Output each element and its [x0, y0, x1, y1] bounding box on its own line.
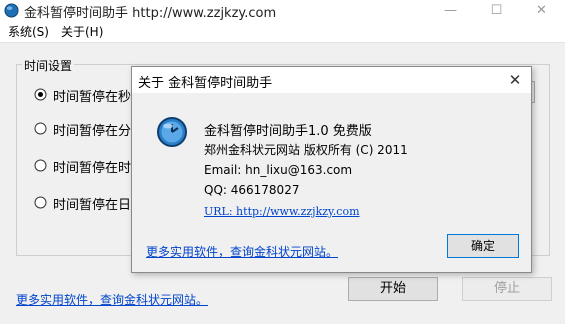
radio-hours-label[interactable]: 时间暂停在时 — [53, 157, 131, 176]
menu-about[interactable]: 关于(H) — [61, 24, 103, 40]
radio-minutes-label[interactable]: 时间暂停在分 — [53, 120, 131, 139]
radio-days[interactable] — [34, 196, 47, 209]
about-title: 关于 金科暂停时间助手 — [138, 76, 273, 91]
about-title-bar[interactable]: 关于 金科暂停时间助手 ✕ — [132, 67, 531, 93]
radio-days-label[interactable]: 时间暂停在日 — [53, 194, 131, 213]
maximize-button[interactable]: ☐ — [474, 0, 519, 22]
more-software-link[interactable]: 更多实用软件，查询金科状元网站。 — [16, 291, 208, 308]
radio-minutes[interactable] — [34, 122, 47, 135]
about-url-link[interactable]: URL: http://www.zzjkzy.com — [204, 205, 360, 218]
title-bar[interactable]: 金科暂停时间助手 http://www.zzjkzy.com — ☐ ✕ — [0, 0, 565, 22]
clock-icon — [157, 117, 187, 147]
radio-seconds[interactable] — [34, 88, 47, 101]
about-copyright: 郑州金科状元网站 版权所有 (C) 2011 — [204, 143, 408, 157]
menu-bar: 系统(S) 关于(H) — [0, 22, 565, 43]
ok-button[interactable]: 确定 — [447, 234, 519, 258]
minimize-button[interactable]: — — [428, 0, 473, 22]
menu-system[interactable]: 系统(S) — [8, 24, 49, 40]
close-button[interactable]: ✕ — [519, 0, 564, 22]
about-product-name: 金科暂停时间助手1.0 免费版 — [204, 124, 372, 139]
about-qq: QQ: 466178027 — [204, 183, 300, 197]
stop-button[interactable]: 停止 — [462, 277, 552, 301]
about-email: Email: hn_lixu@163.com — [204, 163, 353, 177]
about-dialog: 关于 金科暂停时间助手 ✕ 金科暂停时间助手1.0 免费版 郑州金科状元网站 版… — [131, 66, 532, 273]
group-title: 时间设置 — [22, 57, 75, 74]
start-button[interactable]: 开始 — [348, 277, 438, 301]
about-close-button[interactable]: ✕ — [502, 69, 528, 91]
radio-seconds-label[interactable]: 时间暂停在秒 — [53, 86, 131, 105]
window-title: 金科暂停时间助手 http://www.zzjkzy.com — [24, 6, 277, 21]
radio-hours[interactable] — [34, 159, 47, 172]
app-globe-icon — [4, 3, 19, 18]
about-more-software-link[interactable]: 更多实用软件，查询金科状元网站。 — [146, 243, 338, 260]
